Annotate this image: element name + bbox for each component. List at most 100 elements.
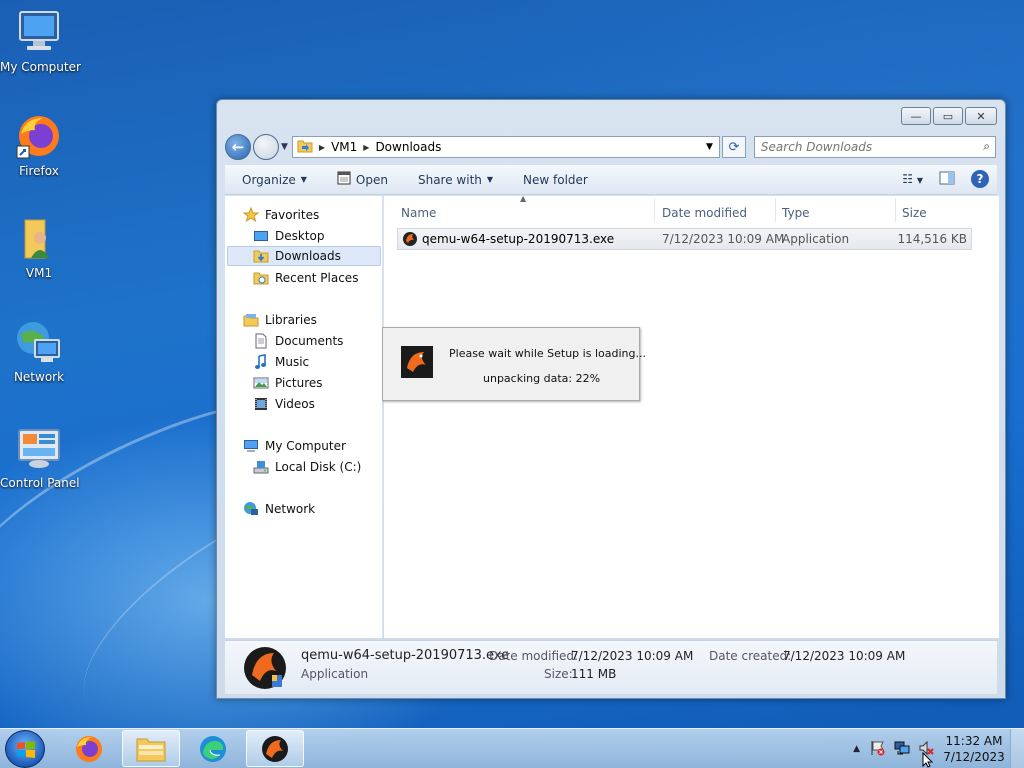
desktop-icon-label: Firefox [19, 164, 59, 178]
show-hidden-icons-button[interactable]: ▲ [853, 744, 860, 754]
firefox-icon [15, 112, 63, 160]
column-header-date-modified[interactable]: Date modified [662, 206, 747, 220]
nav-favorites[interactable]: Favorites [242, 205, 319, 225]
computer-icon [15, 8, 63, 56]
chevron-down-icon: ▼ [916, 176, 923, 185]
breadcrumb-separator[interactable]: ▶ [363, 143, 369, 152]
clock-date: 7/12/2023 [943, 750, 1005, 764]
back-button[interactable]: ← [225, 134, 251, 160]
forward-button[interactable] [253, 134, 279, 160]
file-name: qemu-w64-setup-20190713.exe [422, 232, 615, 246]
desktop-icon-firefox[interactable]: Firefox [0, 112, 78, 178]
search-wrapper: ⌕ [746, 136, 996, 158]
column-header-type[interactable]: Type [782, 206, 810, 220]
search-input[interactable] [753, 136, 996, 158]
share-with-button[interactable]: Share with ▼ [418, 173, 493, 187]
desktop-icon-label: My Computer [0, 60, 81, 74]
taskbar-clock[interactable]: 11:32 AM 7/12/2023 [938, 733, 1010, 765]
refresh-icon: ⟳ [728, 139, 740, 155]
organize-button[interactable]: Organize ▼ [242, 173, 307, 187]
qemu-app-icon [401, 346, 433, 381]
caption-buttons: — ▭ ✕ [901, 107, 997, 125]
network-icon [243, 501, 259, 517]
open-app-icon [337, 171, 351, 188]
command-bar: Organize ▼ Open Share with ▼ New folder ☷ … [225, 165, 997, 195]
recent-pages-dropdown[interactable]: ▼ [281, 142, 288, 152]
details-size: 111 MB [571, 667, 617, 681]
details-file-type: Application [301, 667, 369, 681]
qemu-app-icon [402, 231, 418, 250]
network-status-icon[interactable] [894, 740, 910, 759]
address-row: ← ▼ ▶ VM1 ▶ Downloads ▼ ⟳ ⌕ [225, 133, 997, 161]
address-dropdown-icon[interactable]: ▼ [706, 142, 719, 152]
music-icon [253, 354, 269, 370]
desktop-icon-control-panel[interactable]: Control Panel [0, 424, 80, 490]
nav-recent-places[interactable]: Recent Places [253, 268, 358, 288]
navigation-pane: Favorites Desktop Downloads Recent Place… [225, 196, 383, 638]
libraries-icon [243, 312, 259, 328]
close-button[interactable]: ✕ [965, 107, 997, 125]
refresh-button[interactable]: ⟳ [721, 136, 746, 158]
edge-icon [200, 735, 226, 762]
arrow-left-icon: ← [231, 138, 245, 156]
address-bar[interactable]: ▶ VM1 ▶ Downloads ▼ [291, 136, 720, 158]
nav-my-computer[interactable]: My Computer [243, 436, 346, 456]
start-button[interactable] [5, 730, 45, 768]
setup-progress-text: unpacking data: 22% [483, 372, 601, 385]
column-header-size[interactable]: Size [902, 206, 927, 220]
column-divider[interactable] [654, 198, 655, 222]
search-icon[interactable]: ⌕ [983, 139, 990, 154]
control-panel-icon [15, 424, 63, 472]
preview-pane-icon [939, 171, 955, 184]
show-desktop-button[interactable] [1010, 729, 1024, 768]
document-icon [253, 333, 269, 349]
taskbar-edge[interactable] [184, 730, 242, 767]
desktop-icon-network[interactable]: Network [0, 318, 78, 384]
nav-desktop[interactable]: Desktop [253, 226, 325, 246]
details-date-modified: 7/12/2023 10:09 AM [571, 649, 694, 663]
help-button[interactable]: ? [971, 170, 989, 188]
breadcrumb-separator[interactable]: ▶ [319, 143, 325, 152]
nav-videos[interactable]: Videos [253, 394, 315, 414]
nav-pictures[interactable]: Pictures [253, 373, 323, 393]
action-center-flag-icon[interactable] [870, 740, 886, 759]
nav-music[interactable]: Music [253, 352, 309, 372]
file-size: 114,516 KB [897, 232, 967, 246]
nav-downloads[interactable]: Downloads [227, 246, 381, 266]
desktop-icon-my-computer[interactable]: My Computer [0, 8, 81, 74]
desktop-icon-vm1[interactable]: VM1 [0, 214, 78, 280]
preview-pane-button[interactable] [939, 171, 955, 188]
taskbar-qemu-setup[interactable] [246, 730, 304, 767]
chevron-down-icon: ▼ [300, 175, 307, 184]
nav-documents[interactable]: Documents [253, 331, 343, 351]
details-date-created-label: Date created: [709, 649, 792, 663]
setup-message: Please wait while Setup is loading... [449, 347, 646, 360]
column-header-name[interactable]: Name [401, 206, 436, 220]
nav-local-disk[interactable]: Local Disk (C:) [253, 457, 361, 477]
qemu-app-icon [262, 735, 288, 762]
folder-icon [297, 139, 313, 156]
file-date-modified: 7/12/2023 10:09 AM [662, 232, 785, 246]
file-list-pane: ▲ Name Date modified Type Size qemu-w64-… [384, 194, 999, 638]
table-row[interactable]: qemu-w64-setup-20190713.exe 7/12/2023 10… [397, 228, 972, 250]
breadcrumb-vm1[interactable]: VM1 [331, 140, 357, 154]
breadcrumb-downloads[interactable]: Downloads [375, 140, 441, 154]
taskbar-firefox[interactable] [60, 730, 118, 767]
taskbar-explorer[interactable] [122, 730, 180, 767]
view-options-button[interactable]: ☷ ▼ [902, 172, 923, 186]
chevron-down-icon: ▼ [486, 175, 494, 184]
details-pane: qemu-w64-setup-20190713.exe Application … [225, 640, 997, 694]
minimize-button[interactable]: — [901, 107, 931, 125]
desktop-icon-label: Network [13, 370, 65, 384]
nav-libraries[interactable]: Libraries [243, 310, 317, 330]
column-divider[interactable] [775, 198, 776, 222]
open-button[interactable]: Open [337, 171, 388, 188]
maximize-button[interactable]: ▭ [933, 107, 963, 125]
column-divider[interactable] [895, 198, 896, 222]
desktop-icon-label: VM1 [25, 266, 53, 280]
new-folder-button[interactable]: New folder [523, 173, 588, 187]
firefox-icon [76, 735, 102, 762]
nav-network[interactable]: Network [243, 499, 315, 519]
drive-icon [253, 459, 269, 475]
downloads-folder-icon [253, 248, 269, 264]
